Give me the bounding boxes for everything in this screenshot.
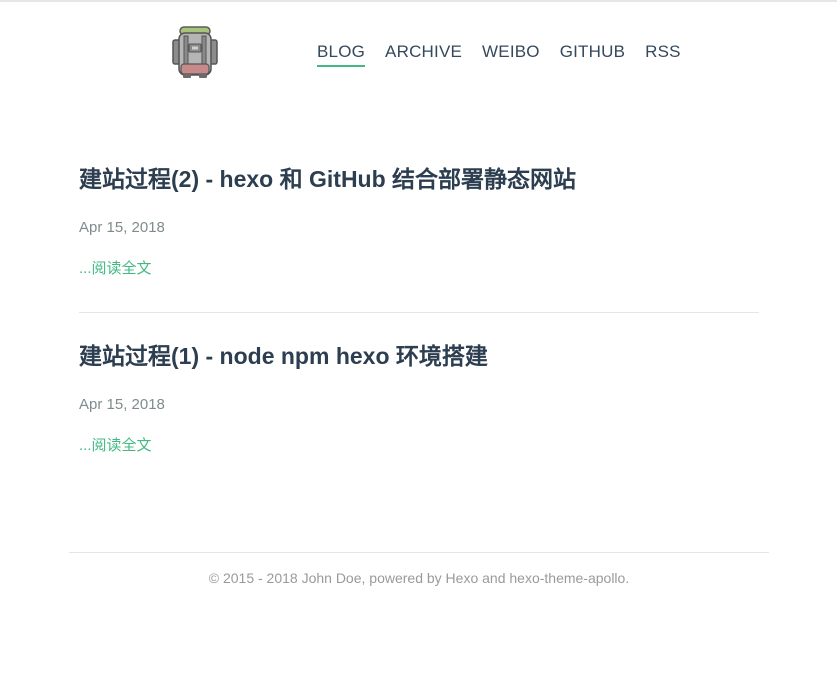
- site-logo[interactable]: [170, 24, 220, 82]
- post-date: Apr 15, 2018: [79, 219, 165, 236]
- post-date: Apr 15, 2018: [79, 396, 165, 413]
- post-list: 建站过程(2) - hexo 和 GitHub 结合部署静态网站 Apr 15,…: [79, 158, 759, 456]
- nav-github[interactable]: GITHUB: [560, 42, 625, 67]
- nav-blog[interactable]: BLOG: [317, 42, 366, 67]
- top-border: [0, 0, 837, 2]
- nav-archive[interactable]: ARCHIVE: [385, 42, 462, 67]
- post-title[interactable]: 建站过程(1) - node npm hexo 环境搭建: [79, 335, 759, 377]
- footer-copyright: © 2015 - 2018 John Doe, powered by Hexo …: [208, 570, 630, 586]
- backpack-icon: [172, 26, 218, 78]
- nav-weibo[interactable]: WEIBO: [482, 42, 540, 67]
- post-title[interactable]: 建站过程(2) - hexo 和 GitHub 结合部署静态网站: [79, 158, 759, 200]
- footer-divider: [69, 552, 769, 553]
- read-more-link[interactable]: ...阅读全文: [79, 436, 152, 456]
- read-more-link[interactable]: ...阅读全文: [79, 259, 152, 279]
- post-divider: [79, 312, 759, 313]
- post-item: 建站过程(1) - node npm hexo 环境搭建 Apr 15, 201…: [79, 335, 759, 456]
- post-item: 建站过程(2) - hexo 和 GitHub 结合部署静态网站 Apr 15,…: [79, 158, 759, 279]
- main-nav: BLOG ARCHIVE WEIBO GITHUB RSS: [317, 42, 701, 67]
- nav-rss[interactable]: RSS: [645, 42, 681, 67]
